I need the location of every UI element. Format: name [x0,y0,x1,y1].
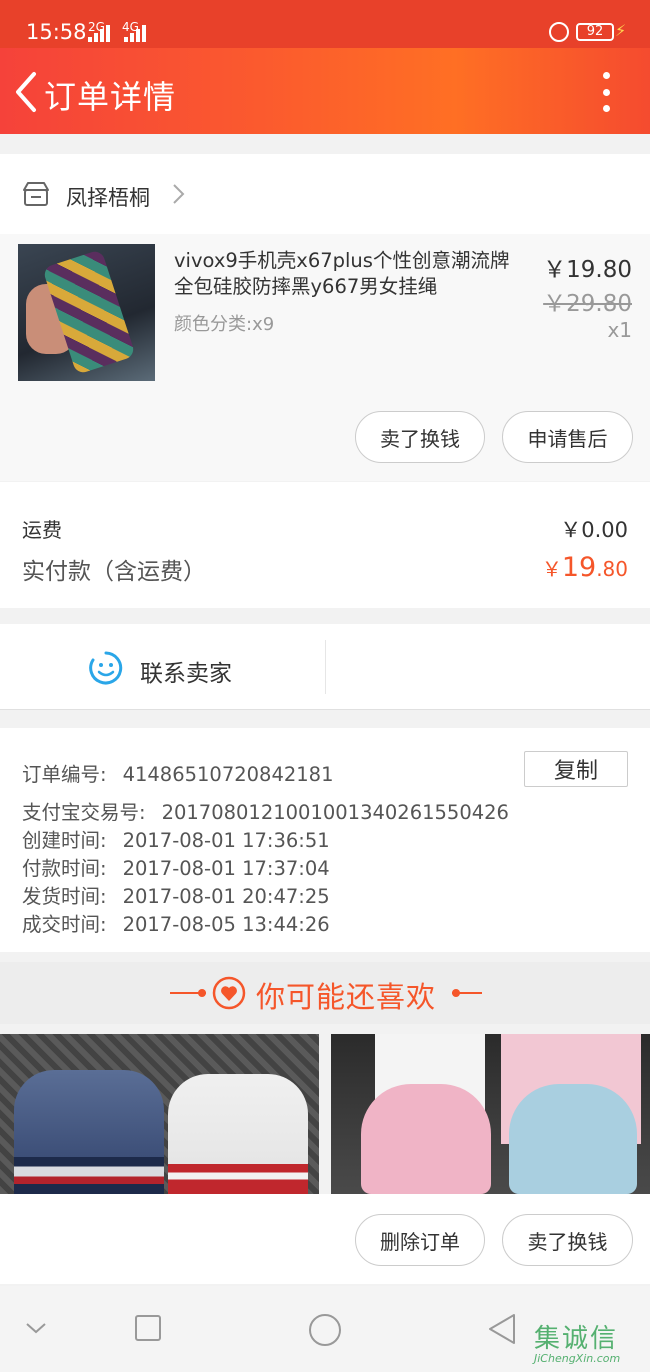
copy-button[interactable]: 复制 [524,751,628,787]
order-number-row: 订单编号: 41486510720842181 [22,763,334,786]
divider [325,640,326,694]
charging-icon: ⚡ [615,21,627,40]
watermark-cn: 集诚信 [534,1324,619,1354]
app-header: 订单详情 [0,48,650,134]
watermark-logo: 集诚信 JiChengXin.com [530,1318,648,1368]
paid-time-row: 付款时间: 2017-08-01 17:37:04 [22,857,330,880]
shop-name: 凤择梧桐 [66,186,150,210]
created-time-row: 创建时间: 2017-08-01 17:36:51 [22,829,330,852]
shop-row[interactable]: 凤择梧桐 [0,154,650,234]
bottom-action-bar: 删除订单 卖了换钱 [0,1194,650,1284]
completed-time-row: 成交时间: 2017-08-05 13:44:26 [22,913,330,936]
recommended-products [0,1034,650,1194]
paid-amount: ￥19.80 [541,552,628,583]
signal-icon [124,24,148,42]
more-menu-icon[interactable] [596,72,616,112]
product-title[interactable]: vivox9手机壳x67plus个性创意潮流牌全包硅胶防摔黑y667男女挂绳 [174,248,526,300]
store-icon [23,182,49,206]
battery-icon: 92 [576,23,614,41]
after-sale-button[interactable]: 申请售后 [502,411,633,463]
shipped-time-row: 发货时间: 2017-08-01 20:47:25 [22,885,330,908]
back-icon[interactable] [486,1312,518,1346]
product-spec: 颜色分类:x9 [174,314,275,335]
chat-smiley-icon [89,651,123,685]
recommended-product-image[interactable] [331,1034,650,1194]
product-original-price: ￥29.80 [543,291,632,317]
decor-dot [198,989,206,997]
contact-seller-label: 联系卖家 [140,661,232,687]
sell-button[interactable]: 卖了换钱 [502,1214,633,1266]
delete-order-button[interactable]: 删除订单 [355,1214,485,1266]
recommended-product-image[interactable] [0,1034,319,1194]
recents-icon[interactable] [134,1314,162,1342]
contact-seller-row[interactable]: 联系卖家 [0,624,650,710]
product-price: ￥19.80 [543,257,632,283]
product-thumbnail[interactable] [18,244,155,381]
sell-button[interactable]: 卖了换钱 [355,411,485,463]
paid-label: 实付款（含运费） [22,559,206,585]
fee-summary: 运费 ￥0.00 实付款（含运费） ￥19.80 [0,482,650,608]
nav-down-icon[interactable] [24,1318,48,1338]
status-bar: 15:58 2G 4G 92 ⚡ [0,0,650,48]
signal-icon [88,24,112,42]
recommend-header: 你可能还喜欢 [0,962,650,1024]
watermark-en: JiChengXin.com [534,1352,621,1365]
page-title: 订单详情 [44,78,177,116]
recommend-title: 你可能还喜欢 [256,980,437,1014]
chevron-right-icon [173,184,185,204]
decor-line [452,992,482,994]
shipping-label: 运费 [22,518,62,542]
order-info: 订单编号: 41486510720842181 复制 支付宝交易号: 2017080… [0,728,650,952]
status-time: 15:58 [26,20,87,44]
home-icon[interactable] [307,1312,343,1348]
alipay-trade-row: 支付宝交易号: 2017080121001001340261550426 [22,801,509,824]
rotation-lock-icon [549,22,569,42]
heart-icon [212,976,246,1010]
product-quantity: x1 [607,318,632,342]
order-item: vivox9手机壳x67plus个性创意潮流牌全包硅胶防摔黑y667男女挂绳 颜… [0,234,650,481]
shipping-value: ￥0.00 [560,518,628,542]
